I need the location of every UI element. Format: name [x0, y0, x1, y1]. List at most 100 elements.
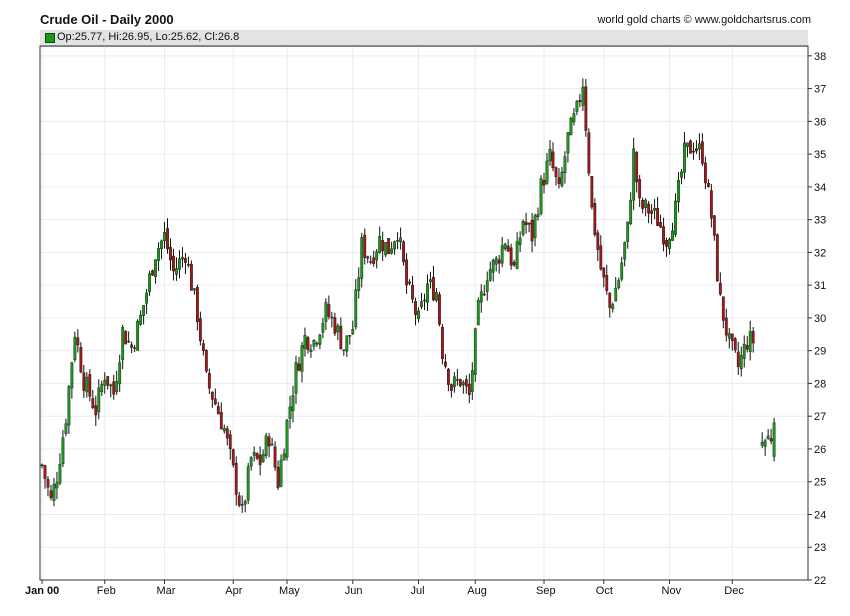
y-tick-label: 35: [814, 149, 826, 161]
candle-body: [566, 132, 570, 154]
candle-body: [617, 280, 621, 288]
candle-body: [751, 330, 755, 344]
candle-body: [449, 384, 453, 391]
candle-body: [306, 337, 310, 351]
candle-body: [157, 248, 160, 261]
candle-body: [426, 283, 429, 303]
candle-body: [647, 203, 651, 214]
y-tick-label: 24: [814, 509, 826, 521]
candle-body: [288, 406, 292, 419]
y-tick-label: 38: [814, 51, 826, 63]
candle-body: [312, 340, 316, 347]
candle-body: [521, 221, 525, 235]
candle-body: [745, 345, 749, 350]
candle-body: [545, 160, 549, 184]
candle-body: [733, 338, 737, 351]
candle-body: [175, 268, 178, 275]
candle-body: [270, 443, 274, 446]
candle-body: [551, 151, 555, 169]
candle-body: [584, 86, 588, 131]
candle-body: [222, 428, 226, 432]
candle-body: [623, 242, 627, 260]
candle-body: [527, 223, 531, 225]
candle-body: [438, 294, 441, 325]
candle-body: [488, 269, 492, 281]
candle-body: [336, 325, 340, 333]
candle-body: [629, 199, 633, 225]
candle-body: [602, 267, 606, 278]
candle-body: [662, 226, 665, 245]
candle-body: [611, 304, 615, 310]
candle-body: [327, 304, 331, 317]
candle-body: [195, 287, 199, 323]
candle-body: [411, 284, 414, 300]
candle-body: [441, 326, 444, 359]
candle-body: [103, 379, 107, 386]
candle-body: [641, 199, 645, 209]
candle-body: [709, 190, 713, 219]
candle-body: [575, 100, 579, 112]
candle-body: [569, 117, 573, 136]
x-tick-label: Jun: [345, 585, 363, 597]
candle-body: [665, 240, 668, 247]
candle-body: [596, 232, 600, 250]
candle-body: [172, 255, 175, 272]
candle-body: [724, 317, 728, 336]
candle-body: [479, 291, 483, 303]
candle-body: [52, 484, 56, 501]
candle-body: [653, 208, 656, 211]
candle-body: [695, 148, 698, 152]
candle-body: [435, 292, 438, 301]
y-tick-label: 37: [814, 84, 826, 96]
candle-body: [124, 330, 128, 345]
candle-body: [668, 239, 671, 249]
candle-body: [192, 288, 196, 291]
candle-body: [467, 383, 471, 396]
candle-body: [482, 293, 486, 296]
candle-body: [40, 464, 44, 467]
candle-body: [414, 301, 417, 315]
candle-body: [632, 148, 636, 201]
candle-body: [184, 258, 187, 263]
candle-body: [491, 259, 495, 273]
candle-body: [67, 386, 71, 426]
candle-body: [88, 374, 92, 397]
candle-body: [49, 490, 53, 498]
candle-body: [109, 384, 113, 387]
y-tick-label: 31: [814, 280, 826, 292]
candle-body: [91, 398, 95, 408]
candle-body: [626, 221, 630, 242]
candle-body: [378, 236, 382, 253]
candle-body: [473, 328, 477, 375]
candle-body: [608, 292, 612, 308]
candle-body: [94, 405, 98, 416]
candle-body: [363, 234, 367, 258]
candle-body: [748, 331, 752, 352]
x-tick-label: Sep: [536, 585, 556, 597]
candle-body: [204, 349, 208, 372]
candle-body: [154, 259, 157, 277]
candle-body: [554, 167, 558, 177]
candle-body: [593, 203, 597, 235]
candle-body: [578, 100, 582, 102]
candle-body: [145, 292, 148, 304]
candle-body: [151, 270, 154, 276]
candle-body: [255, 453, 259, 459]
candle-body: [542, 180, 546, 186]
candle-body: [506, 245, 510, 252]
y-tick-label: 22: [814, 575, 826, 587]
candle-body: [650, 210, 654, 214]
candle-body: [82, 372, 86, 391]
candle-body: [169, 247, 172, 261]
candle-body: [61, 437, 65, 464]
candle-body: [207, 372, 211, 389]
candle-body: [706, 183, 710, 187]
candle-body: [587, 132, 591, 174]
candle-body: [372, 257, 376, 264]
candle-body: [712, 215, 716, 236]
y-tick-label: 27: [814, 411, 826, 423]
candle-body: [635, 152, 639, 183]
candle-body: [533, 215, 537, 238]
candle-body: [739, 355, 743, 370]
candle-body: [46, 479, 50, 488]
